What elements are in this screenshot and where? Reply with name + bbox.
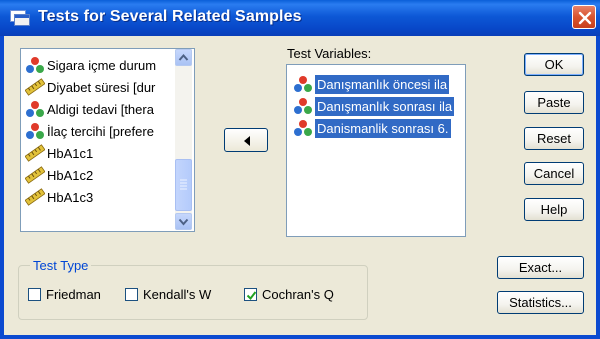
- source-variable-list[interactable]: Sigara içme durum Diyabet süresi [dur Al…: [20, 48, 195, 232]
- test-type-title: Test Type: [30, 258, 92, 273]
- list-item[interactable]: Sigara içme durum: [25, 54, 177, 76]
- scroll-up-button[interactable]: [175, 49, 192, 66]
- scroll-down-button[interactable]: [175, 213, 192, 230]
- window-frame-bottom: [0, 335, 600, 339]
- scale-variable-icon: [25, 78, 47, 96]
- list-item[interactable]: Diyabet süresi [dur: [25, 76, 177, 98]
- scale-variable-icon: [25, 188, 47, 206]
- close-button[interactable]: [572, 5, 596, 29]
- title-bar: Tests for Several Related Samples: [0, 0, 600, 36]
- ok-button[interactable]: OK: [524, 53, 584, 76]
- list-item[interactable]: Danışmanlık sonrası ila: [289, 95, 465, 117]
- close-icon: [578, 11, 592, 25]
- list-item[interactable]: HbA1c2: [25, 164, 177, 186]
- nominal-variable-icon: [25, 100, 47, 118]
- list-item[interactable]: Danışmanlık öncesi ila: [289, 73, 465, 95]
- scale-variable-icon: [25, 166, 47, 184]
- cancel-button[interactable]: Cancel: [524, 162, 584, 185]
- friedman-label: Friedman: [46, 287, 101, 302]
- list-item[interactable]: HbA1c1: [25, 142, 177, 164]
- move-variable-button[interactable]: [224, 128, 268, 152]
- cochrans-q-checkbox[interactable]: [244, 288, 257, 301]
- friedman-checkbox[interactable]: [28, 288, 41, 301]
- list-item[interactable]: HbA1c3: [25, 186, 177, 208]
- list-item[interactable]: Danismanlik sonrası 6.: [289, 117, 465, 139]
- nominal-variable-icon: [293, 119, 315, 137]
- statistics-button[interactable]: Statistics...: [497, 291, 584, 314]
- nominal-variable-icon: [25, 56, 47, 74]
- window-frame-right: [596, 36, 600, 339]
- paste-button[interactable]: Paste: [524, 91, 584, 114]
- window-title: Tests for Several Related Samples: [38, 8, 302, 25]
- chevron-up-icon: [178, 53, 189, 61]
- window-frame-left: [0, 36, 4, 339]
- test-variables-list[interactable]: Danışmanlık öncesi ila Danışmanlık sonra…: [286, 64, 466, 237]
- cochrans-q-label: Cochran's Q: [262, 287, 334, 302]
- kendalls-w-checkbox[interactable]: [125, 288, 138, 301]
- source-list-scrollbar[interactable]: [175, 49, 192, 230]
- kendalls-w-label: Kendall's W: [143, 287, 212, 302]
- nominal-variable-icon: [293, 97, 315, 115]
- test-variables-label: Test Variables:: [287, 46, 372, 61]
- arrow-left-icon: [244, 136, 250, 146]
- nominal-variable-icon: [293, 75, 315, 93]
- scroll-thumb[interactable]: [175, 159, 192, 211]
- help-button[interactable]: Help: [524, 198, 584, 221]
- reset-button[interactable]: Reset: [524, 127, 584, 150]
- list-item[interactable]: Aldigi tedavi [thera: [25, 98, 177, 120]
- list-item[interactable]: İlaç tercihi [prefere: [25, 120, 177, 142]
- nominal-variable-icon: [25, 122, 47, 140]
- exact-button[interactable]: Exact...: [497, 256, 584, 279]
- checkmark-icon: [246, 291, 257, 301]
- scale-variable-icon: [25, 144, 47, 162]
- window-icon: [10, 10, 30, 26]
- chevron-down-icon: [178, 218, 189, 226]
